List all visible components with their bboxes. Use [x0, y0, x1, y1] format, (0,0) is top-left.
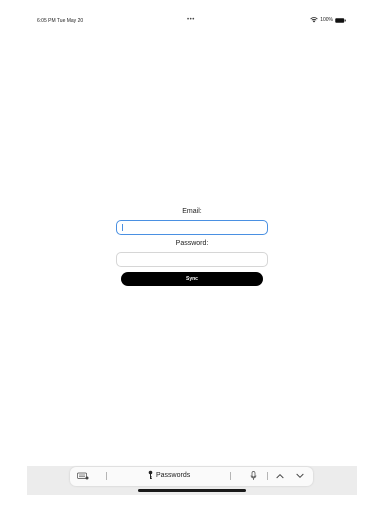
- ipad-screen: 6:05 PM Tue May 20 ••• 100% Email: Passw…: [0, 0, 384, 512]
- toolbar-divider: [230, 472, 231, 480]
- home-indicator[interactable]: [138, 489, 246, 492]
- password-label: Password:: [175, 240, 209, 247]
- multitasking-dots[interactable]: •••: [187, 17, 195, 23]
- status-indicators: 100%: [310, 17, 346, 23]
- passwords-label: Passwords: [156, 471, 191, 479]
- passwords-button[interactable]: Passwords: [148, 470, 190, 480]
- status-time: 6:05 PM Tue May 20: [37, 18, 84, 24]
- toolbar-divider: [106, 472, 107, 480]
- email-input[interactable]: [116, 220, 268, 235]
- toolbar-divider: [267, 472, 268, 480]
- password-input[interactable]: [116, 252, 268, 267]
- battery-percent: 100%: [320, 17, 333, 23]
- battery-icon: [335, 17, 346, 23]
- microphone-icon[interactable]: [250, 471, 257, 481]
- key-icon: [148, 470, 153, 479]
- chevron-up-icon[interactable]: [276, 473, 284, 479]
- chevron-down-icon[interactable]: [296, 473, 304, 479]
- email-label: Email:: [182, 208, 202, 215]
- keyboard-icon[interactable]: [77, 472, 89, 480]
- status-bar: 6:05 PM Tue May 20 ••• 100%: [0, 0, 384, 40]
- text-cursor: [122, 224, 123, 231]
- sync-button[interactable]: Sync: [121, 272, 263, 286]
- wifi-icon: [310, 17, 318, 23]
